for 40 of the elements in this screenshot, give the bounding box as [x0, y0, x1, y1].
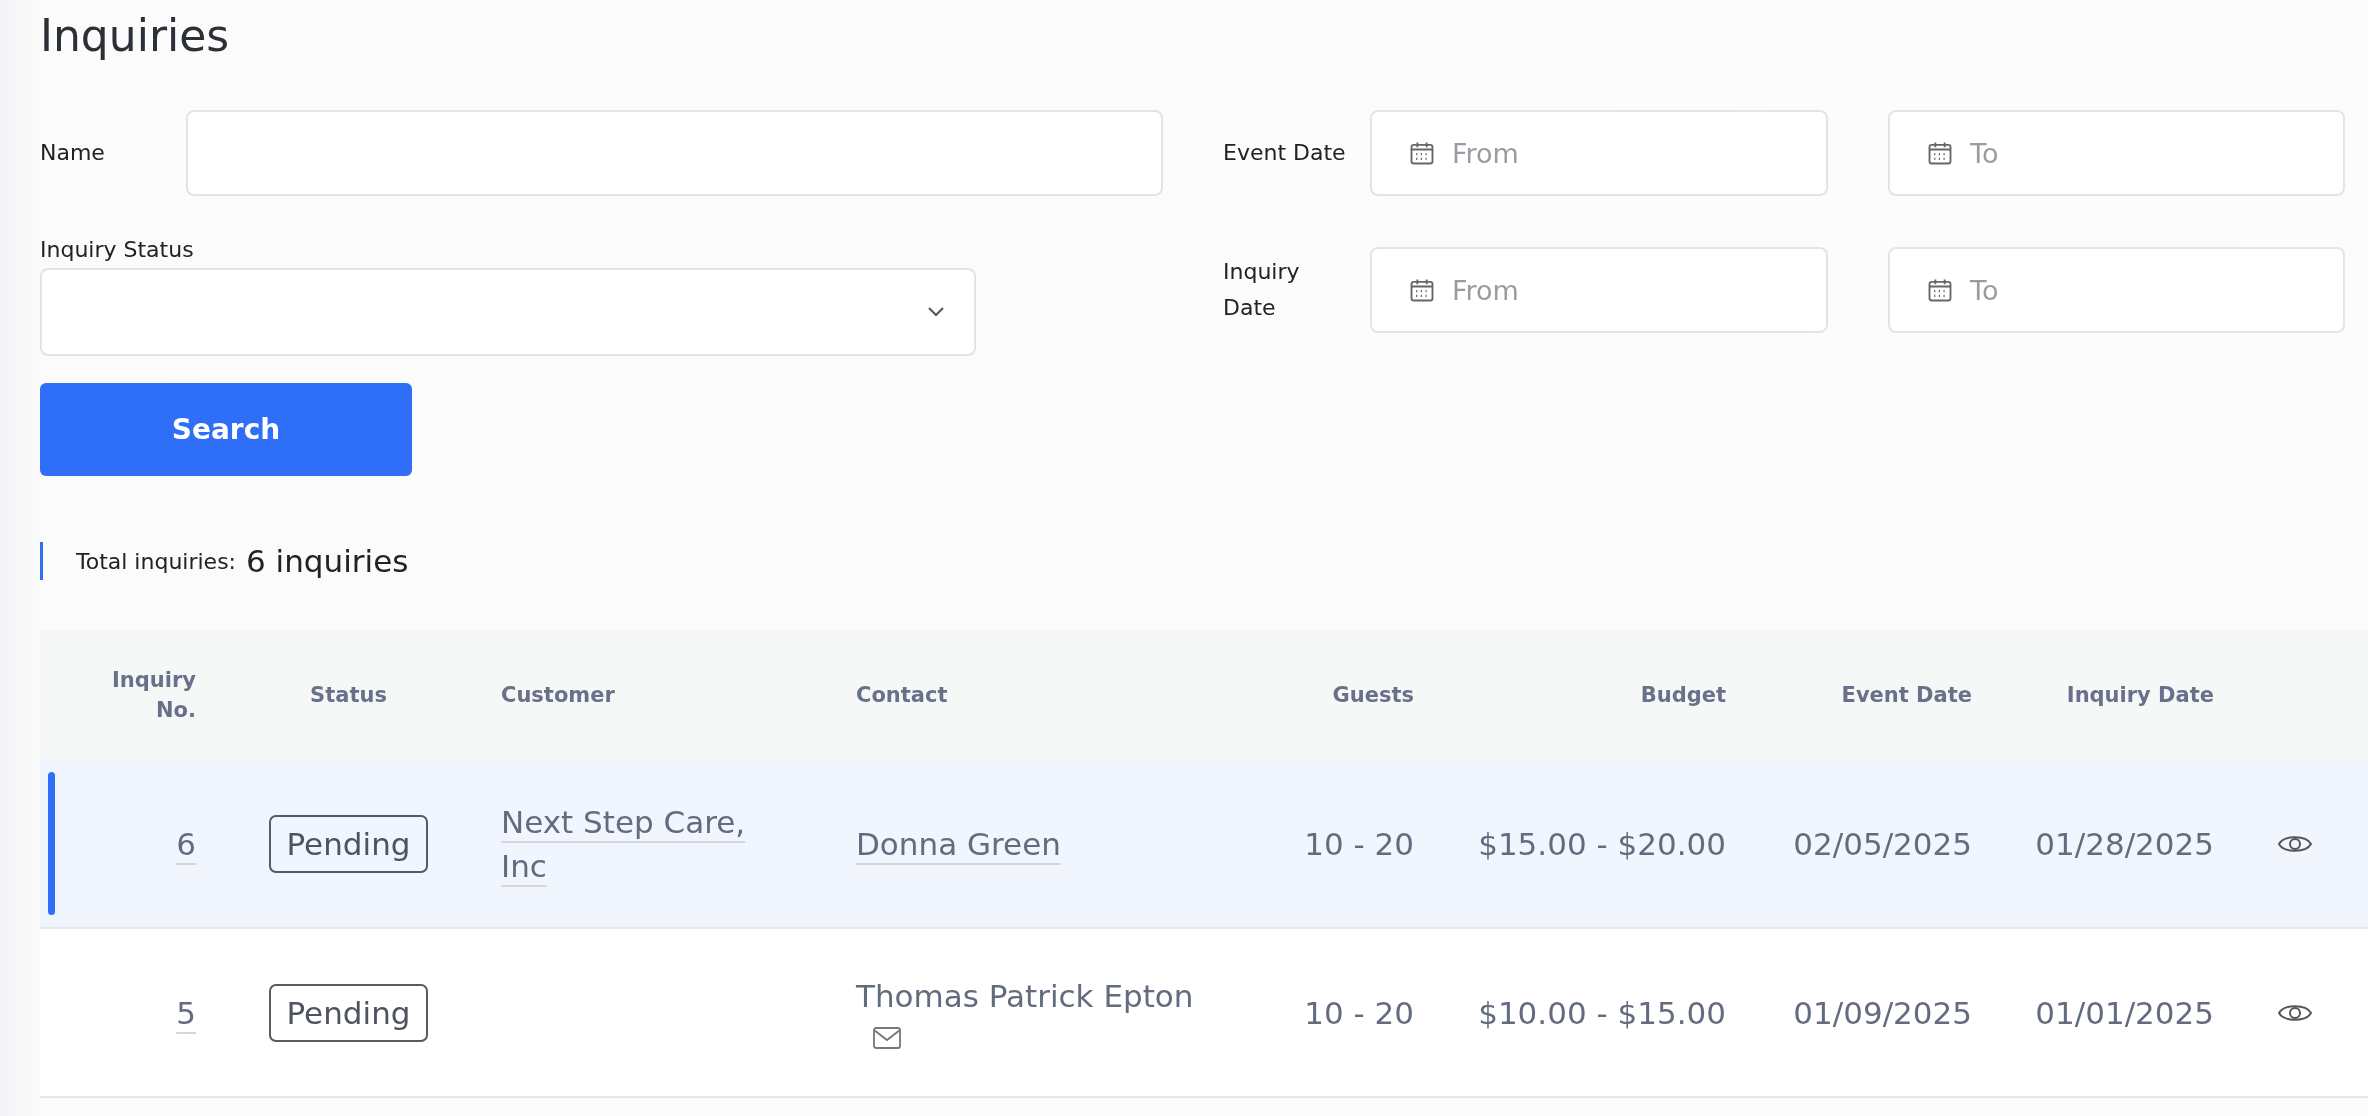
- customer-link[interactable]: Next Step Care, Inc: [501, 799, 766, 888]
- column-header: Budget: [1639, 682, 1726, 709]
- page-title: Inquiries: [40, 9, 231, 63]
- column-header: Status: [309, 682, 388, 709]
- contact-name: Thomas Patrick Epton: [856, 976, 1194, 1016]
- contact-link[interactable]: Donna Green: [856, 821, 1061, 866]
- date-field[interactable]: From: [1370, 110, 1828, 196]
- table-cell-text: 01/09/2025: [1792, 993, 1972, 1033]
- column-header: Inquiry No.: [111, 667, 196, 724]
- field-label: Inquiry Status: [40, 236, 195, 264]
- chevron-down-icon: [926, 306, 946, 318]
- inquiry-number-link[interactable]: 5: [176, 990, 196, 1035]
- field-label: Event Date: [1222, 139, 1347, 167]
- status-badge: Pending: [268, 983, 429, 1042]
- table-cell-text: 01/01/2025: [2034, 993, 2214, 1033]
- name-field[interactable]: [186, 110, 1163, 196]
- table-cell-text: 01/28/2025: [2034, 824, 2214, 864]
- table-row[interactable]: 6 Pending Next Step Care, Inc Donna Green 10 - 20 $15.00 - $20.00 02/05/2025 01/28/2025: [40, 760, 2368, 929]
- total-count: 6 inquiries: [246, 543, 409, 579]
- search-button[interactable]: Search: [40, 383, 412, 476]
- column-header: Guests: [1331, 682, 1414, 709]
- field-label: Name: [40, 139, 106, 167]
- date-field[interactable]: From: [1370, 247, 1828, 333]
- column-header: Inquiry Date: [2065, 682, 2214, 709]
- column-header: Event Date: [1840, 682, 1972, 709]
- table-cell-text: $15.00 - $20.00: [1477, 824, 1726, 864]
- date-field[interactable]: To: [1888, 247, 2345, 333]
- table-cell-text: 10 - 20: [1303, 824, 1414, 864]
- inquiry-number-link[interactable]: 6: [176, 821, 196, 866]
- column-header: Contact: [856, 682, 949, 709]
- table-row[interactable]: 5 Pending Thomas Patrick Epton 10 - 20 $10.00 - $15.00 01/09/2025 01/01/2025: [40, 929, 2368, 1098]
- table-cell-text: $10.00 - $15.00: [1477, 993, 1726, 1033]
- mail-icon[interactable]: [872, 1025, 902, 1050]
- column-header: Customer: [501, 682, 616, 709]
- total-label: Total inquiries:: [76, 548, 236, 574]
- table-cell-text: 10 - 20: [1303, 993, 1414, 1033]
- date-field[interactable]: To: [1888, 110, 2345, 196]
- table-cell-text: 02/05/2025: [1792, 824, 1972, 864]
- status-badge: Pending: [268, 814, 429, 873]
- field-label: Inquiry Date: [1222, 258, 1301, 322]
